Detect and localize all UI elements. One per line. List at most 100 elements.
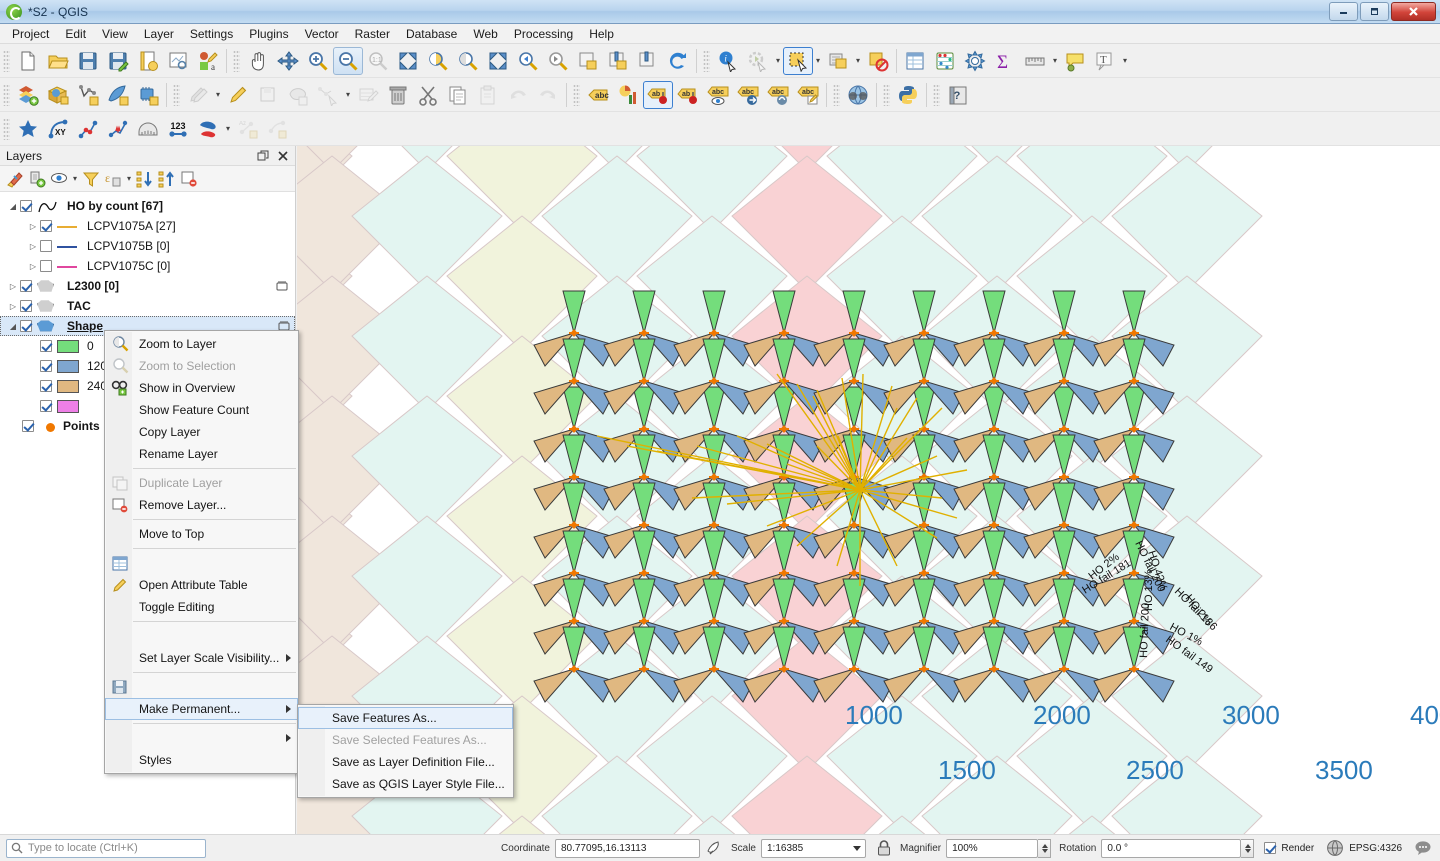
legend-visibility-checkbox[interactable] bbox=[40, 380, 52, 392]
menu-layer[interactable]: Layer bbox=[136, 25, 182, 43]
move-label-icon[interactable]: abc bbox=[733, 81, 763, 109]
lock-scale-icon[interactable] bbox=[876, 839, 892, 857]
menu-edit[interactable]: Edit bbox=[57, 25, 94, 43]
open-layer-styling-panel-icon[interactable] bbox=[4, 168, 26, 190]
add-virtual-layer-icon[interactable] bbox=[133, 81, 163, 109]
menu-item-zoom-to-selection[interactable]: Zoom to Selection bbox=[105, 355, 298, 377]
measure-ruler-icon[interactable] bbox=[133, 115, 163, 143]
menu-item-rename-layer[interactable]: Rename Layer bbox=[105, 443, 298, 465]
layer-labeling-icon[interactable]: abc bbox=[583, 81, 613, 109]
layer-visibility-checkbox[interactable] bbox=[20, 280, 32, 292]
chevron-down-icon[interactable]: ▾ bbox=[343, 81, 353, 109]
field-calculator-icon[interactable] bbox=[930, 47, 960, 75]
statistical-summary-icon[interactable]: Σ bbox=[990, 47, 1020, 75]
open-project-icon[interactable] bbox=[43, 47, 73, 75]
rotate-label-icon[interactable]: abc bbox=[763, 81, 793, 109]
layer-visibility-checkbox[interactable] bbox=[40, 240, 52, 252]
menu-help[interactable]: Help bbox=[581, 25, 622, 43]
layer-diagrams-icon[interactable] bbox=[613, 81, 643, 109]
zoom-to-layer-icon[interactable] bbox=[453, 47, 483, 75]
zoom-in-icon[interactable] bbox=[303, 47, 333, 75]
numeric-123-icon[interactable]: 123 bbox=[163, 115, 193, 143]
layer-visibility-checkbox[interactable] bbox=[22, 420, 34, 432]
menu-item-save-as-qgis-layer-style-file[interactable]: Save as QGIS Layer Style File... bbox=[298, 773, 513, 795]
processing-toolbox-icon[interactable] bbox=[960, 47, 990, 75]
menu-item-remove-layer[interactable]: Remove Layer... bbox=[105, 494, 298, 516]
copy-features-icon[interactable] bbox=[443, 81, 473, 109]
undo-icon[interactable] bbox=[503, 81, 533, 109]
toolbar-grip[interactable] bbox=[883, 83, 890, 106]
layer-item-lcpv1075b[interactable]: ▷ LCPV1075B [0] bbox=[0, 236, 295, 256]
new-map-view-2-icon[interactable] bbox=[633, 47, 663, 75]
expander-icon[interactable]: ◢ bbox=[6, 322, 20, 331]
add-raster-layer-icon[interactable] bbox=[43, 81, 73, 109]
magnifier-field[interactable]: 100% bbox=[946, 838, 1039, 858]
magnifier-stepper[interactable] bbox=[1038, 838, 1052, 858]
layer-visibility-checkbox[interactable] bbox=[20, 320, 32, 332]
rotation-field[interactable]: 0.0 ° bbox=[1101, 838, 1242, 858]
menu-view[interactable]: View bbox=[94, 25, 136, 43]
add-vector-layer-icon[interactable] bbox=[13, 81, 43, 109]
paste-features-icon[interactable] bbox=[473, 81, 503, 109]
save-layer-edits-icon[interactable] bbox=[253, 81, 283, 109]
expander-icon[interactable]: ◢ bbox=[6, 202, 20, 211]
chevron-down-icon[interactable]: ▾ bbox=[70, 168, 80, 190]
pan-to-selection-icon[interactable] bbox=[273, 47, 303, 75]
menu-item-show-in-overview[interactable]: Show in Overview bbox=[105, 377, 298, 399]
menu-item-styles[interactable] bbox=[105, 727, 298, 749]
zoom-native-icon[interactable]: 1:1 bbox=[363, 47, 393, 75]
menu-item-set-crs[interactable]: Set Layer Scale Visibility... bbox=[105, 647, 298, 669]
new-map-view-icon[interactable] bbox=[573, 47, 603, 75]
manage-map-themes-icon[interactable] bbox=[48, 168, 70, 190]
save-project-icon[interactable] bbox=[73, 47, 103, 75]
add-spatialite-layer-icon[interactable] bbox=[103, 81, 133, 109]
export-submenu[interactable]: Save Features As... Save Selected Featur… bbox=[297, 704, 514, 798]
menu-item-zoom-to-layer[interactable]: Zoom to Layer bbox=[105, 333, 298, 355]
menu-item-show-feature-count[interactable]: Show Feature Count bbox=[105, 399, 298, 421]
change-label-icon[interactable]: abc bbox=[793, 81, 823, 109]
menu-project[interactable]: Project bbox=[4, 25, 57, 43]
layer-visibility-checkbox[interactable] bbox=[40, 220, 52, 232]
add-feature-icon[interactable] bbox=[283, 81, 313, 109]
chevron-down-icon[interactable]: ▾ bbox=[124, 168, 134, 190]
zoom-last-icon[interactable] bbox=[513, 47, 543, 75]
help-contents-icon[interactable]: ? bbox=[943, 81, 973, 109]
scale-combo[interactable]: 1:16385 bbox=[760, 838, 866, 858]
layer-visibility-checkbox[interactable] bbox=[20, 200, 32, 212]
zoom-out-icon[interactable] bbox=[333, 46, 363, 75]
layer-item-ho-by-count[interactable]: ◢ HO by count [67] bbox=[0, 196, 295, 216]
menu-item-toggle-editing[interactable]: Open Attribute Table bbox=[105, 574, 298, 596]
expand-all-icon[interactable] bbox=[134, 168, 156, 190]
menu-item-export[interactable]: Make Permanent... bbox=[105, 698, 298, 720]
toolbar-grip[interactable] bbox=[3, 83, 10, 106]
chevron-down-icon[interactable]: ▾ bbox=[853, 47, 863, 75]
menu-item-save-selected-features-as[interactable]: Save Selected Features As... bbox=[298, 729, 513, 751]
shape-tool-icon[interactable] bbox=[193, 115, 223, 143]
zoom-to-selection-icon[interactable] bbox=[423, 47, 453, 75]
menu-plugins[interactable]: Plugins bbox=[241, 25, 296, 43]
undock-icon[interactable] bbox=[255, 148, 271, 164]
zoom-next-icon[interactable] bbox=[543, 47, 573, 75]
toolbar-grip[interactable] bbox=[933, 83, 940, 106]
menu-item-save-as-layer-definition-file[interactable]: Save as Layer Definition File... bbox=[298, 751, 513, 773]
toolbar-grip[interactable] bbox=[233, 49, 240, 72]
menu-item-move-to-top[interactable]: Move to Top bbox=[105, 523, 298, 545]
chevron-down-icon[interactable]: ▾ bbox=[1120, 47, 1130, 75]
toolbar-grip[interactable] bbox=[3, 117, 10, 140]
cut-features-icon[interactable] bbox=[413, 81, 443, 109]
filter-legend-expression-icon[interactable]: ε bbox=[102, 168, 124, 190]
toolbar-grip[interactable] bbox=[833, 83, 840, 106]
menu-item-make-permanent[interactable] bbox=[105, 676, 298, 698]
zoom-full-icon[interactable] bbox=[393, 47, 423, 75]
coordinate-field[interactable]: 80.77095,16.13113 bbox=[554, 838, 700, 858]
menu-vector[interactable]: Vector bbox=[297, 25, 347, 43]
menu-web[interactable]: Web bbox=[465, 25, 505, 43]
layout-manager-icon[interactable] bbox=[163, 47, 193, 75]
layer-item-l2300[interactable]: ▷ L2300 [0] bbox=[0, 276, 295, 296]
legend-visibility-checkbox[interactable] bbox=[40, 340, 52, 352]
layer-item-lcpv1075c[interactable]: ▷ LCPV1075C [0] bbox=[0, 256, 295, 276]
path-tool-icon[interactable] bbox=[263, 115, 293, 143]
add-group-icon[interactable] bbox=[26, 168, 48, 190]
modify-attributes-icon[interactable] bbox=[353, 81, 383, 109]
menu-item-properties[interactable]: Styles bbox=[105, 749, 298, 771]
